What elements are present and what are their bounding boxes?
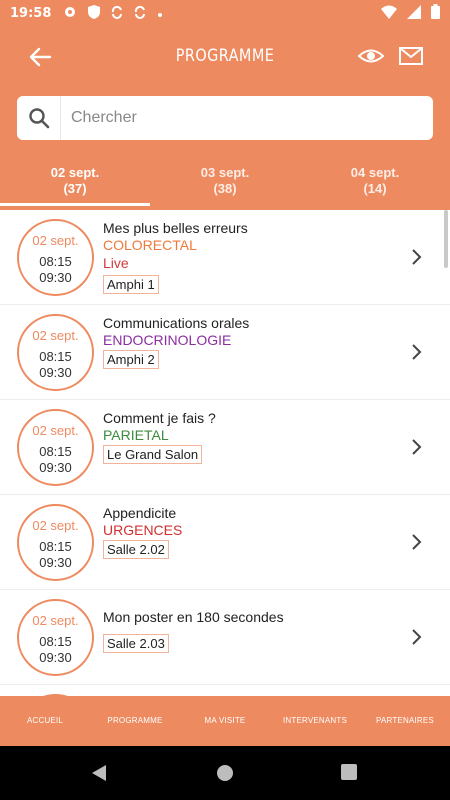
session-room: Salle 2.03 xyxy=(103,634,169,653)
list-item[interactable]: 02 sept. 08:15 09:30 Mes plus belles err… xyxy=(0,210,450,305)
list-item[interactable]: 02 sept. 08:15 09:30 Comment je fais ? P… xyxy=(0,400,450,495)
recents-square-icon[interactable] xyxy=(341,764,357,785)
scrollbar[interactable] xyxy=(444,210,448,268)
session-start: 08:15 xyxy=(39,539,72,554)
time-circle: 02 sept. 08:15 09:30 xyxy=(17,219,94,296)
search-bar xyxy=(17,96,433,140)
tab-03-sept[interactable]: 03 sept. (38) xyxy=(150,158,300,210)
time-circle: 02 sept. 08:15 09:30 xyxy=(17,599,94,676)
dot-icon xyxy=(157,5,163,21)
chevron-right-icon xyxy=(410,533,422,551)
list-item[interactable] xyxy=(0,685,450,696)
sync-icon xyxy=(111,5,123,22)
shield-icon xyxy=(88,4,101,22)
list-item[interactable]: 02 sept. 08:15 09:30 Appendicite URGENCE… xyxy=(0,495,450,590)
time-circle: 02 sept. 08:15 09:30 xyxy=(17,504,94,581)
session-date: 02 sept. xyxy=(32,518,79,533)
session-room: Amphi 2 xyxy=(103,350,159,369)
chevron-right-icon xyxy=(410,248,422,266)
tab-04-sept[interactable]: 04 sept. (14) xyxy=(300,158,450,210)
session-start: 08:15 xyxy=(39,634,72,649)
list-item[interactable]: 02 sept. 08:15 09:30 Mon poster en 180 s… xyxy=(0,590,450,685)
session-room: Le Grand Salon xyxy=(103,445,203,464)
session-category: URGENCES xyxy=(103,522,183,538)
date-tabs: 02 sept. (37) 03 sept. (38) 04 sept. (14… xyxy=(0,158,450,210)
session-title: Mes plus belles erreurs xyxy=(103,220,248,236)
session-start: 08:15 xyxy=(39,349,72,364)
search-area xyxy=(0,88,450,158)
session-title: Mon poster en 180 secondes xyxy=(103,609,284,625)
tab-02-sept[interactable]: 02 sept. (37) xyxy=(0,158,150,210)
search-input[interactable] xyxy=(61,98,433,138)
live-badge: Live xyxy=(103,255,129,271)
session-date: 02 sept. xyxy=(32,423,79,438)
session-date: 02 sept. xyxy=(32,328,79,343)
time-circle: 02 sept. 08:15 09:30 xyxy=(17,314,94,391)
session-end: 09:30 xyxy=(39,270,72,285)
search-icon[interactable] xyxy=(17,96,61,140)
session-end: 09:30 xyxy=(39,460,72,475)
session-list: 02 sept. 08:15 09:30 Mes plus belles err… xyxy=(0,210,450,696)
session-end: 09:30 xyxy=(39,650,72,665)
signal-icon xyxy=(407,4,421,22)
nav-partenaires[interactable]: PARTENAIRES xyxy=(360,696,450,746)
session-start: 08:15 xyxy=(39,444,72,459)
session-start: 08:15 xyxy=(39,254,72,269)
tab-label: 04 sept. xyxy=(350,165,400,180)
app-bar: PROGRAMME xyxy=(0,26,450,88)
mail-icon[interactable] xyxy=(398,44,424,68)
session-room: Salle 2.02 xyxy=(103,540,169,559)
session-end: 09:30 xyxy=(39,555,72,570)
wifi-icon xyxy=(381,5,397,22)
eye-icon[interactable] xyxy=(357,44,385,68)
session-category: ENDOCRINOLOGIE xyxy=(103,332,232,348)
nav-accueil[interactable]: ACCUEIL xyxy=(0,696,90,746)
battery-icon xyxy=(431,4,440,22)
nav-ma-visite[interactable]: MA VISITE xyxy=(180,696,270,746)
sync-icon xyxy=(134,5,146,22)
back-triangle-icon[interactable] xyxy=(90,764,108,787)
chevron-right-icon xyxy=(410,438,422,456)
session-title: Comment je fais ? xyxy=(103,410,216,426)
tab-count: (38) xyxy=(213,181,237,196)
session-category: COLORECTAL xyxy=(103,237,197,253)
session-date: 02 sept. xyxy=(32,233,79,248)
time-circle: 02 sept. 08:15 09:30 xyxy=(17,409,94,486)
status-bar: 19:58 xyxy=(0,0,450,26)
tab-count: (37) xyxy=(63,181,87,196)
session-end: 09:30 xyxy=(39,365,72,380)
session-room: Amphi 1 xyxy=(103,275,159,294)
list-item[interactable]: 02 sept. 08:15 09:30 Communications oral… xyxy=(0,305,450,400)
home-circle-icon[interactable] xyxy=(216,764,234,787)
session-title: Communications orales xyxy=(103,315,250,331)
nav-intervenants[interactable]: INTERVENANTS xyxy=(270,696,360,746)
system-nav-bar xyxy=(0,746,450,800)
tab-label: 03 sept. xyxy=(200,165,250,180)
session-title: Appendicite xyxy=(103,505,177,521)
bottom-nav: ACCUEIL PROGRAMME MA VISITE INTERVENANTS… xyxy=(0,696,450,746)
nav-programme[interactable]: PROGRAMME xyxy=(90,696,180,746)
settings-icon xyxy=(63,5,77,22)
session-date: 02 sept. xyxy=(32,613,79,628)
status-time: 19:58 xyxy=(10,5,52,21)
tab-count: (14) xyxy=(363,181,387,196)
chevron-right-icon xyxy=(410,628,422,646)
chevron-right-icon xyxy=(410,343,422,361)
session-category: PARIETAL xyxy=(103,427,169,443)
tab-label: 02 sept. xyxy=(50,165,100,180)
